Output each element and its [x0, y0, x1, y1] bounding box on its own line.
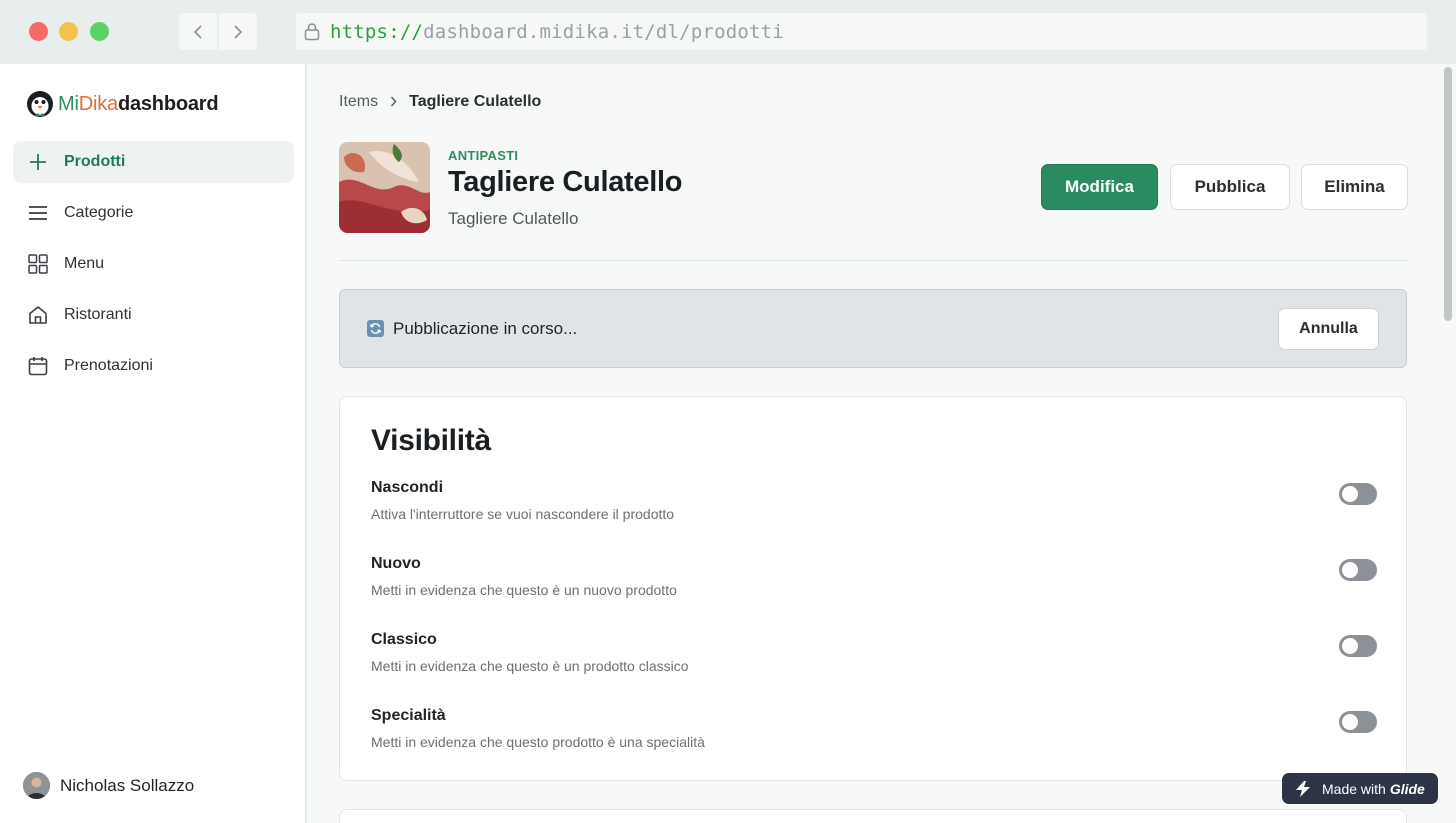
divider: [339, 260, 1408, 261]
calendar-icon: [27, 355, 49, 377]
list-icon: [27, 202, 49, 224]
sidebar-nav: Prodotti Categorie Menu Ristoranti Preno…: [13, 141, 294, 396]
row-label: Nuovo: [371, 555, 421, 572]
made-with-glide-badge[interactable]: Made with Glide: [1282, 773, 1438, 804]
sidebar-item-menu[interactable]: Menu: [13, 243, 294, 285]
url-protocol: https://: [330, 20, 424, 43]
back-button[interactable]: [179, 13, 217, 50]
badge-brand: Glide: [1389, 780, 1425, 797]
row-description: Metti in evidenza che questo è un nuovo …: [371, 582, 677, 598]
scrollbar-thumb[interactable]: [1444, 67, 1452, 321]
sidebar-item-label: Menu: [64, 255, 105, 272]
url-path: dashboard.midika.it/dl/prodotti: [423, 20, 784, 43]
plus-icon: [27, 151, 49, 173]
sidebar-item-ristoranti[interactable]: Ristoranti: [13, 294, 294, 336]
row-label: Classico: [371, 631, 437, 648]
close-window-button[interactable]: [29, 22, 48, 41]
sync-icon: [367, 320, 384, 337]
logo-mi: Mi: [58, 92, 79, 115]
cancel-button[interactable]: Annulla: [1278, 308, 1379, 350]
toggle-knob: [1342, 714, 1358, 730]
sidebar-item-label: Categorie: [64, 204, 134, 221]
sidebar-item-label: Prodotti: [64, 153, 126, 170]
page-title: Tagliere Culatello: [448, 166, 683, 198]
badge-prefix: Made with: [1322, 780, 1386, 797]
lock-icon: [304, 22, 322, 42]
address-bar[interactable]: https://dashboard.midika.it/dl/prodotti: [296, 13, 1427, 50]
specialita-toggle[interactable]: [1339, 711, 1377, 733]
breadcrumb-current: Tagliere Culatello: [409, 93, 542, 110]
browser-chrome: https://dashboard.midika.it/dl/prodotti: [0, 0, 1456, 64]
visibility-card: Visibilità Nascondi Attiva l'interruttor…: [339, 396, 1407, 781]
minimize-window-button[interactable]: [59, 22, 78, 41]
breadcrumb: Items Tagliere Culatello: [339, 93, 541, 111]
visibility-row-nuovo: Nuovo Metti in evidenza che questo è un …: [371, 555, 1377, 615]
history-nav: [179, 13, 257, 50]
maximize-window-button[interactable]: [90, 22, 109, 41]
app-logo[interactable]: MiDikadashboard: [26, 90, 219, 118]
nascondi-toggle[interactable]: [1339, 483, 1377, 505]
publish-button[interactable]: Pubblica: [1170, 164, 1290, 210]
product-image: [339, 142, 430, 233]
row-description: Metti in evidenza che questo prodotto è …: [371, 734, 705, 750]
home-icon: [27, 304, 49, 326]
logo-dika: Dika: [78, 92, 118, 115]
row-label: Nascondi: [371, 479, 444, 496]
sidebar-item-label: Ristoranti: [64, 306, 132, 323]
user-profile[interactable]: Nicholas Sollazzo: [23, 772, 194, 799]
forward-button[interactable]: [219, 13, 257, 50]
row-label: Specialità: [371, 707, 446, 724]
row-description: Attiva l'interruttore se vuoi nascondere…: [371, 506, 675, 522]
penguin-logo-icon: [27, 91, 53, 117]
logo-dashboard: dashboard: [117, 92, 219, 115]
nuovo-toggle[interactable]: [1339, 559, 1377, 581]
main-content: Items Tagliere Culatello ANTIPASTI Tagli…: [307, 64, 1440, 823]
edit-button[interactable]: Modifica: [1041, 164, 1158, 210]
delete-button[interactable]: Elimina: [1301, 164, 1408, 210]
toggle-knob: [1342, 638, 1358, 654]
visibility-row-specialita: Specialità Metti in evidenza che questo …: [371, 707, 1377, 767]
row-description: Metti in evidenza che questo è un prodot…: [371, 658, 689, 674]
visibility-row-classico: Classico Metti in evidenza che questo è …: [371, 631, 1377, 691]
toggle-knob: [1342, 562, 1358, 578]
publishing-status-text: Pubblicazione in corso...: [393, 318, 578, 338]
bolt-icon: [1294, 780, 1312, 797]
main-scrollbar[interactable]: [1440, 64, 1456, 823]
chevron-right-icon: [390, 94, 397, 110]
product-category: ANTIPASTI: [448, 148, 519, 163]
chevron-left-icon: [193, 24, 202, 39]
url-text: https://dashboard.midika.it/dl/prodotti: [330, 21, 784, 43]
user-name: Nicholas Sollazzo: [60, 775, 195, 795]
avatar: [23, 772, 50, 799]
sidebar-item-label: Prenotazioni: [64, 357, 153, 374]
sidebar: MiDikadashboard Prodotti Categorie Menu …: [0, 64, 306, 823]
sidebar-item-categorie[interactable]: Categorie: [13, 192, 294, 234]
visibility-row-nascondi: Nascondi Attiva l'interruttore se vuoi n…: [371, 479, 1377, 539]
grid-icon: [27, 253, 49, 275]
sidebar-item-prenotazioni[interactable]: Prenotazioni: [13, 345, 294, 387]
chevron-right-icon: [234, 24, 243, 39]
next-section-card: [339, 809, 1407, 823]
publishing-banner: Pubblicazione in corso... Annulla: [339, 289, 1407, 368]
classico-toggle[interactable]: [1339, 635, 1377, 657]
toggle-knob: [1342, 486, 1358, 502]
product-subtitle: Tagliere Culatello: [448, 209, 579, 228]
visibility-heading: Visibilità: [371, 424, 491, 457]
sidebar-item-prodotti[interactable]: Prodotti: [13, 141, 294, 183]
breadcrumb-items-link[interactable]: Items: [339, 93, 378, 111]
logo-text: MiDikadashboard: [58, 92, 219, 116]
